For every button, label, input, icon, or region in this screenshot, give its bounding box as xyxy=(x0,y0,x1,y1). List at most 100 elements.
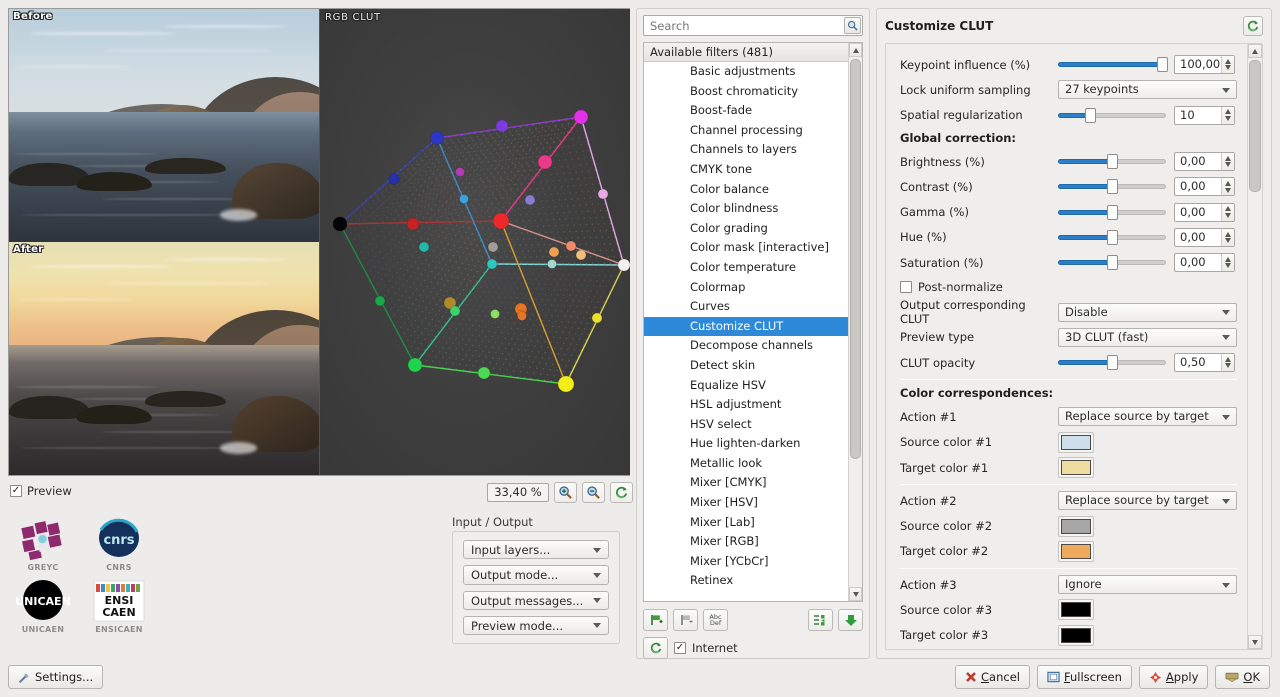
filter-item[interactable]: Basic adjustments xyxy=(644,62,848,82)
spin-up-icon[interactable] xyxy=(1225,231,1231,237)
preview-checkbox-box[interactable]: ✓ xyxy=(10,485,22,497)
clut-keypoint[interactable] xyxy=(407,357,423,373)
add-favorite-button[interactable] xyxy=(643,609,668,631)
zoom-in-icon[interactable] xyxy=(554,482,577,503)
spin-arrows[interactable] xyxy=(1221,56,1234,74)
clut-keypoint[interactable] xyxy=(548,246,560,258)
param-slider[interactable] xyxy=(1058,229,1166,245)
clut-keypoint[interactable] xyxy=(449,305,461,317)
param-slider[interactable] xyxy=(1058,107,1166,123)
slider-knob[interactable] xyxy=(1107,204,1118,220)
spin-arrows[interactable] xyxy=(1221,228,1234,246)
clut-keypoint[interactable] xyxy=(332,216,348,232)
param-combo[interactable]: 3D CLUT (fast) xyxy=(1058,327,1237,347)
filter-item[interactable]: Curves xyxy=(644,297,848,317)
parameters-scrollbar[interactable] xyxy=(1247,44,1262,649)
filter-item[interactable]: Mixer [HSV] xyxy=(644,493,848,513)
filter-item[interactable]: HSL adjustment xyxy=(644,395,848,415)
fullscreen-button[interactable]: Fullscreen xyxy=(1036,665,1132,689)
filter-item[interactable]: Color temperature xyxy=(644,258,848,278)
filter-item[interactable]: Mixer [YCbCr] xyxy=(644,552,848,572)
filter-item[interactable]: Color blindness xyxy=(644,199,848,219)
clut-keypoint[interactable] xyxy=(374,295,386,307)
clut-keypoint[interactable] xyxy=(495,119,509,133)
clut-keypoint[interactable] xyxy=(487,241,499,253)
slider-knob[interactable] xyxy=(1156,57,1168,73)
input-layers-combo[interactable]: Input layers... xyxy=(463,540,609,560)
spin-box[interactable]: 0,00 xyxy=(1174,253,1235,273)
internet-checkbox[interactable]: ✓ xyxy=(674,642,686,654)
filter-item[interactable]: Channels to layers xyxy=(644,140,848,160)
spin-arrows[interactable] xyxy=(1221,106,1234,124)
clut-keypoint[interactable] xyxy=(517,311,527,321)
filter-item[interactable]: Mixer [Lab] xyxy=(644,513,848,533)
clut-keypoint[interactable] xyxy=(388,173,400,185)
spin-up-icon[interactable] xyxy=(1225,109,1231,115)
action-combo[interactable]: Replace source by target xyxy=(1058,407,1237,427)
action-combo[interactable]: Ignore xyxy=(1058,575,1237,595)
filter-item[interactable]: Channel processing xyxy=(644,121,848,141)
filter-item[interactable]: Decompose channels xyxy=(644,336,848,356)
spin-box[interactable]: 100,00 xyxy=(1174,55,1235,75)
spin-box[interactable]: 0,00 xyxy=(1174,177,1235,197)
clut-keypoint[interactable] xyxy=(418,241,430,253)
refresh-icon[interactable] xyxy=(643,637,668,659)
spin-down-icon[interactable] xyxy=(1225,238,1231,244)
spin-down-icon[interactable] xyxy=(1225,363,1231,369)
filter-item[interactable]: Metallic look xyxy=(644,454,848,474)
filter-item[interactable]: Boost chromaticity xyxy=(644,82,848,102)
source-color-swatch[interactable] xyxy=(1058,599,1094,621)
slider-knob[interactable] xyxy=(1085,107,1097,123)
search-icon[interactable] xyxy=(844,17,861,34)
filter-item[interactable]: Color mask [interactive] xyxy=(644,238,848,258)
filter-item[interactable]: Colormap xyxy=(644,278,848,298)
spin-down-icon[interactable] xyxy=(1225,162,1231,168)
apply-button[interactable]: Apply xyxy=(1138,665,1209,689)
post-normalize-row[interactable]: Post-normalize xyxy=(900,275,1237,299)
filters-list[interactable]: Basic adjustments Boost chromaticity Boost… xyxy=(644,62,848,601)
slider-knob[interactable] xyxy=(1107,355,1118,371)
target-color-swatch[interactable] xyxy=(1058,457,1094,478)
preview-mode-combo[interactable]: Preview mode... xyxy=(463,615,609,635)
zoom-out-icon[interactable] xyxy=(582,482,605,503)
rgb-clut-viewer[interactable]: RGB CLUT xyxy=(320,9,630,475)
spin-up-icon[interactable] xyxy=(1225,155,1231,161)
spin-arrows[interactable] xyxy=(1221,254,1234,272)
spin-up-icon[interactable] xyxy=(1225,181,1231,187)
filters-list-box[interactable]: Available filters (481) Basic adjustment… xyxy=(643,42,863,602)
spin-box[interactable]: 10 xyxy=(1174,105,1235,125)
before-after-images[interactable]: Before After xyxy=(9,9,319,475)
clut-keypoint[interactable] xyxy=(597,188,609,200)
clut-keypoint[interactable] xyxy=(565,240,577,252)
source-color-swatch[interactable] xyxy=(1058,431,1094,453)
clut-keypoint[interactable] xyxy=(591,312,603,324)
spin-down-icon[interactable] xyxy=(1225,115,1231,121)
filter-item[interactable]: Retinex xyxy=(644,571,848,591)
post-normalize-checkbox[interactable] xyxy=(900,281,912,294)
spin-down-icon[interactable] xyxy=(1225,65,1231,71)
filter-item[interactable]: Equalize HSV xyxy=(644,376,848,396)
param-combo[interactable]: Disable xyxy=(1058,302,1237,322)
params-scroll-down-icon[interactable] xyxy=(1248,635,1262,649)
target-color-swatch[interactable] xyxy=(1058,540,1094,562)
clut-keypoint[interactable] xyxy=(573,109,589,125)
spin-arrows[interactable] xyxy=(1221,354,1234,372)
param-slider[interactable] xyxy=(1058,179,1166,195)
search-input[interactable] xyxy=(643,15,863,36)
settings-button[interactable]: Settings... xyxy=(8,665,104,689)
output-messages-combo[interactable]: Output messages... xyxy=(463,590,609,610)
clut-keypoint[interactable] xyxy=(430,131,444,145)
spin-arrows[interactable] xyxy=(1221,153,1234,171)
clut-keypoint[interactable] xyxy=(557,375,575,393)
expand-collapse-button[interactable] xyxy=(808,609,833,631)
refresh-icon[interactable] xyxy=(610,482,633,503)
spin-up-icon[interactable] xyxy=(1225,256,1231,262)
remove-favorite-button[interactable] xyxy=(673,609,698,631)
params-scroll-up-icon[interactable] xyxy=(1248,44,1262,58)
filter-item[interactable]: Mixer [CMYK] xyxy=(644,473,848,493)
rename-favorite-button[interactable]: Abc Def xyxy=(703,609,728,631)
after-photo[interactable]: After xyxy=(9,242,319,475)
cancel-button[interactable]: Cancel xyxy=(955,665,1030,689)
param-combo[interactable]: 27 keypoints xyxy=(1058,80,1237,100)
clut-keypoint[interactable] xyxy=(477,366,491,380)
